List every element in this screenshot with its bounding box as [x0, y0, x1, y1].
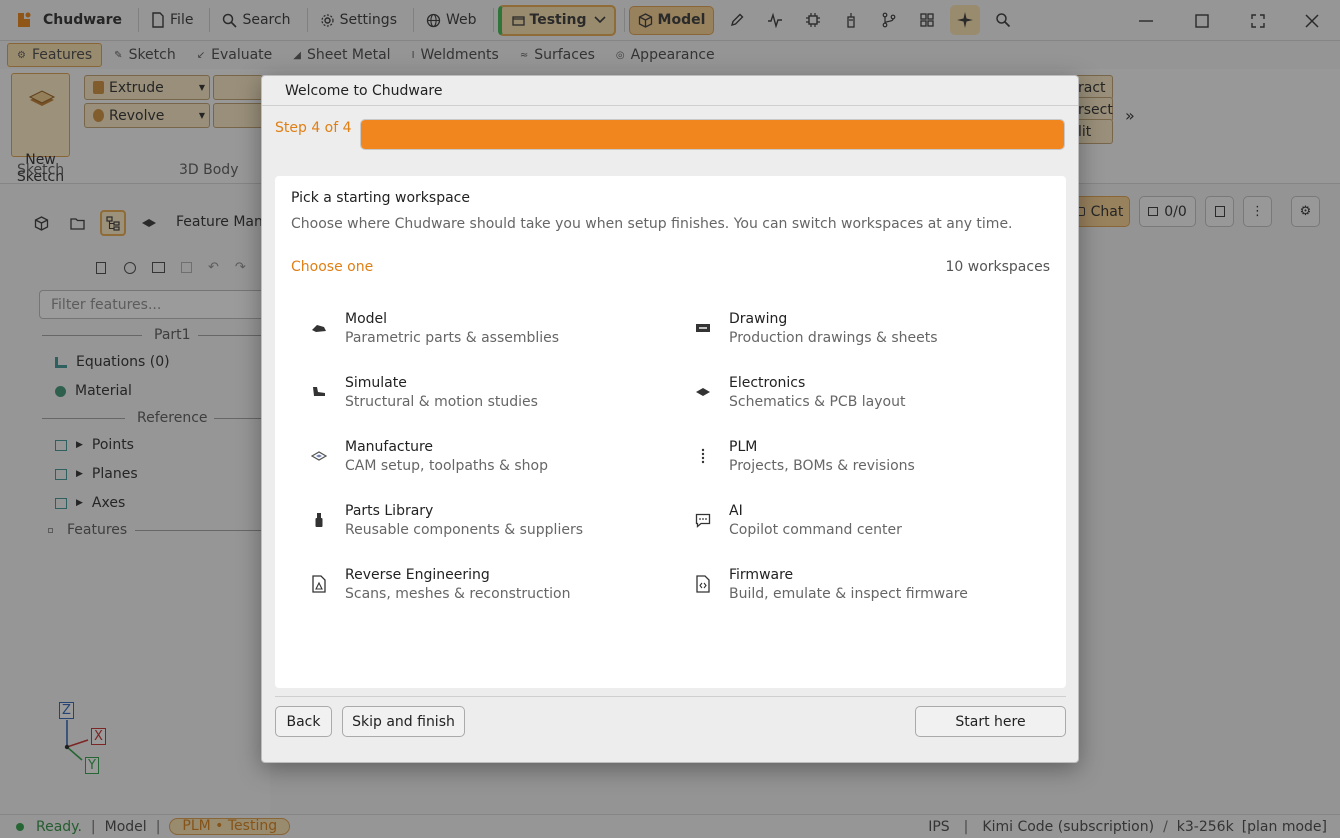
workspace-option-manufacture[interactable]: Manufacture CAM setup, toolpaths & shop — [308, 438, 648, 484]
workspace-card: Pick a starting workspace Choose where C… — [275, 176, 1066, 688]
workspace-name: PLM — [729, 439, 758, 455]
card-description: Choose where Chudware should take you wh… — [291, 216, 1013, 232]
workspace-option-electronics[interactable]: Electronics Schematics & PCB layout — [692, 374, 1032, 420]
workspace-name: Reverse Engineering — [345, 567, 490, 583]
workspace-name: AI — [729, 503, 743, 519]
workspace-option-simulate[interactable]: Simulate Structural & motion studies — [308, 374, 648, 420]
plm-icon — [695, 448, 711, 464]
workspace-count: 10 workspaces — [945, 259, 1050, 275]
workspace-description: Schematics & PCB layout — [729, 394, 906, 410]
workspace-description: Copilot command center — [729, 522, 902, 538]
workspace-name: Simulate — [345, 375, 407, 391]
workspace-option-reverse-engineering[interactable]: Reverse Engineering Scans, meshes & recon… — [308, 566, 648, 612]
workspace-name: Electronics — [729, 375, 806, 391]
workspace-description: Scans, meshes & reconstruction — [345, 586, 571, 602]
chat-icon — [695, 512, 711, 528]
simulate-icon — [311, 384, 327, 400]
step-indicator: Step 4 of 4 — [275, 120, 352, 136]
workspace-description: Projects, BOMs & revisions — [729, 458, 915, 474]
workspace-description: Parametric parts & assemblies — [345, 330, 560, 346]
workspace-option-ai[interactable]: AI Copilot command center — [692, 502, 1032, 548]
parts-library-icon — [311, 512, 327, 528]
welcome-dialog: Welcome to Chudware Step 4 of 4 Pick a s… — [261, 75, 1079, 763]
drawing-icon — [695, 320, 711, 336]
choose-one-label: Choose one — [291, 259, 374, 275]
back-button[interactable]: Back — [275, 706, 332, 737]
skip-and-finish-button[interactable]: Skip and finish — [342, 706, 465, 737]
model-icon — [311, 320, 327, 336]
workspace-option-firmware[interactable]: Firmware Build, emulate & inspect firmwar… — [692, 566, 1032, 612]
progress-fill — [361, 120, 1064, 149]
footer-divider — [275, 696, 1066, 697]
workspace-name: Manufacture — [345, 439, 434, 455]
workspace-name: Firmware — [729, 567, 794, 583]
workspace-description: Production drawings & sheets — [729, 330, 938, 346]
workspace-name: Model — [345, 311, 388, 327]
scan-icon — [311, 575, 327, 593]
workspace-description: Structural & motion studies — [345, 394, 538, 410]
workspace-option-plm[interactable]: PLM Projects, BOMs & revisions — [692, 438, 1032, 484]
workspace-option-model[interactable]: Model Parametric parts & assemblies — [308, 310, 648, 356]
workspace-description: CAM setup, toolpaths & shop — [345, 458, 549, 474]
card-heading: Pick a starting workspace — [291, 190, 470, 206]
workspace-name: Parts Library — [345, 503, 434, 519]
workspace-description: Build, emulate & inspect firmware — [729, 586, 968, 602]
start-here-button[interactable]: Start here — [915, 706, 1066, 737]
dialog-title: Welcome to Chudware — [262, 76, 1078, 106]
electronics-icon — [695, 384, 711, 400]
workspace-option-drawing[interactable]: Drawing Production drawings & sheets — [692, 310, 1032, 356]
workspace-name: Drawing — [729, 311, 788, 327]
workspace-option-parts-library[interactable]: Parts Library Reusable components & suppl… — [308, 502, 648, 548]
setup-progress-bar — [360, 119, 1065, 150]
code-file-icon — [695, 575, 711, 593]
workspace-description: Reusable components & suppliers — [345, 522, 583, 538]
manufacture-icon — [311, 448, 327, 464]
